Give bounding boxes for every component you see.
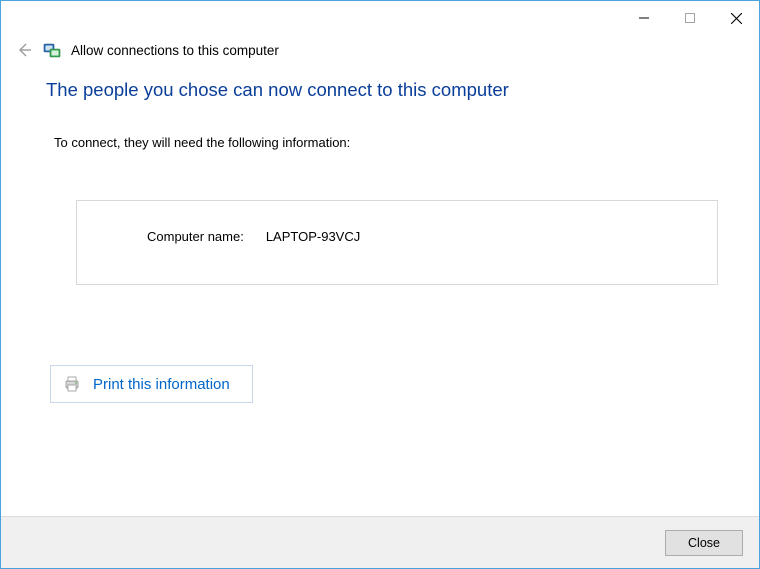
computer-name-label: Computer name:	[147, 229, 244, 244]
window-close-button[interactable]	[713, 3, 759, 33]
print-information-label: Print this information	[93, 376, 230, 393]
wizard-header: Allow connections to this computer	[1, 35, 759, 79]
main-heading: The people you chose can now connect to …	[46, 79, 714, 101]
back-arrow-icon[interactable]	[15, 41, 35, 59]
content-area: The people you chose can now connect to …	[1, 79, 759, 516]
titlebar	[1, 1, 759, 35]
dialog-footer: Close	[1, 516, 759, 568]
remote-connection-icon	[43, 41, 61, 59]
printer-icon	[63, 375, 81, 393]
computer-info-box: Computer name: LAPTOP-93VCJ	[76, 200, 718, 285]
wizard-title: Allow connections to this computer	[69, 43, 279, 58]
dialog-window: Allow connections to this computer The p…	[0, 0, 760, 569]
computer-name-value: LAPTOP-93VCJ	[266, 229, 360, 244]
maximize-button	[667, 3, 713, 33]
print-information-link[interactable]: Print this information	[50, 365, 253, 403]
instruction-text: To connect, they will need the following…	[46, 135, 714, 150]
minimize-button[interactable]	[621, 3, 667, 33]
close-button[interactable]: Close	[665, 530, 743, 556]
